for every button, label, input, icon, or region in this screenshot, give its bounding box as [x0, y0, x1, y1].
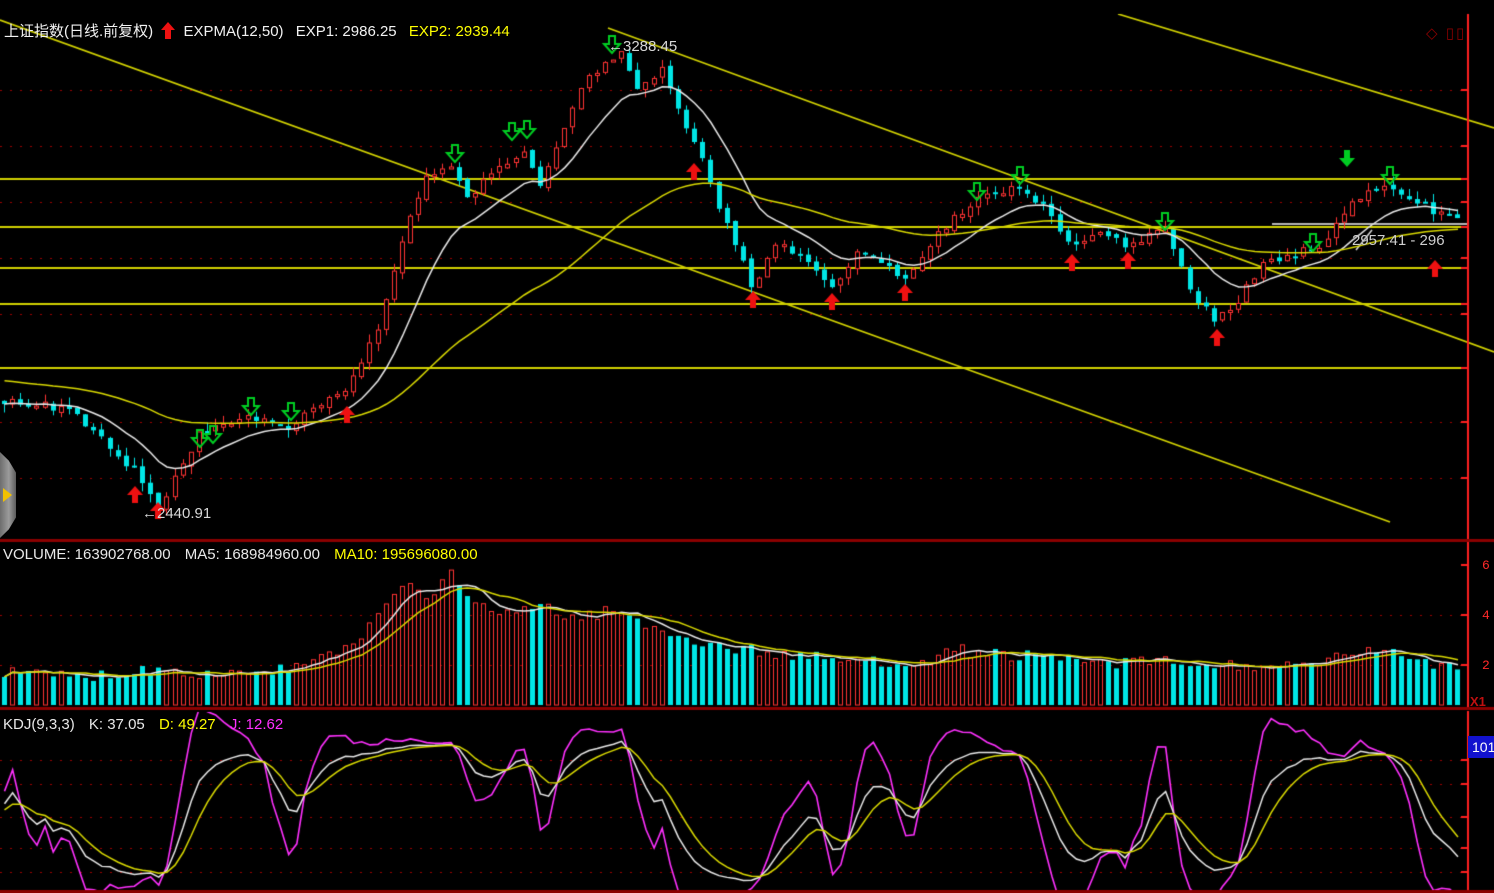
volume-value: VOLUME: 163902768.00: [3, 546, 171, 563]
kdj-d-value: D: 49.27: [159, 716, 216, 733]
exp1-value: EXP1: 2986.25: [296, 23, 397, 40]
volume-axis-label-4: 4: [1482, 608, 1490, 623]
volume-scale-label: X1: [1470, 694, 1486, 709]
red-up-arrow-icon: [161, 22, 175, 39]
kdj-header: KDJ(9,3,3) K: 37.05 D: 49.27 J: 12.62: [3, 716, 283, 733]
volume-axis-label-6: 6: [1482, 558, 1490, 573]
symbol-title: 上证指数(日线.前复权): [4, 23, 153, 40]
current-price-label: 2957.41 - 296: [1352, 232, 1445, 249]
kdj-title[interactable]: KDJ(9,3,3): [3, 716, 75, 733]
volume-ma10-value: MA10: 195696080.00: [334, 546, 477, 563]
kdj-axis-badge: 101: [1468, 736, 1494, 758]
kdj-k-value: K: 37.05: [89, 716, 145, 733]
kdj-j-value: J: 12.62: [230, 716, 283, 733]
volume-ma5-value: MA5: 168984960.00: [185, 546, 320, 563]
volume-axis-label-2: 2: [1482, 658, 1490, 673]
volume-header: VOLUME: 163902768.00 MA5: 168984960.00 M…: [3, 546, 478, 563]
trading-app-window: 系统功能报价分析扩展行情资讯工具帮助委托交易 网上交易平台 上证指数 上证指数(…: [0, 0, 1494, 893]
chart-canvas[interactable]: [0, 0, 1494, 893]
indicator-label[interactable]: EXPMA(12,50): [184, 23, 284, 40]
exp2-value: EXP2: 2939.44: [409, 23, 510, 40]
pane-corner-icons[interactable]: ◇ ▯▯: [1426, 24, 1466, 42]
expand-arrow-icon: [3, 488, 12, 502]
peak-price-label: ←3288.45: [608, 38, 677, 55]
main-chart-header: 上证指数(日线.前复权) EXPMA(12,50) EXP1: 2986.25 …: [4, 20, 510, 41]
trough-price-label: ←2440.91: [142, 505, 211, 522]
